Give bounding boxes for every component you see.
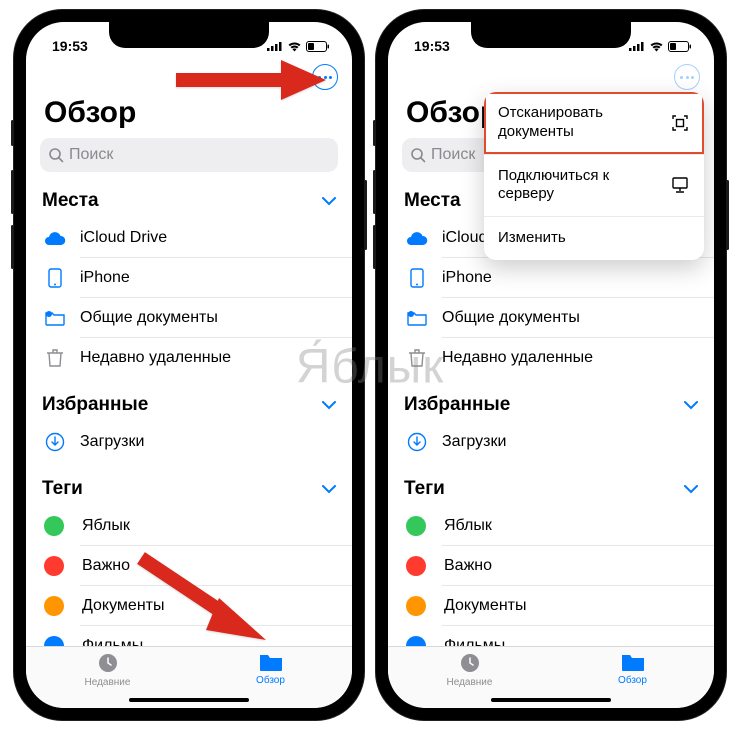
chevron-down-icon bbox=[322, 197, 336, 206]
favorite-downloads[interactable]: Загрузки bbox=[388, 422, 714, 462]
signal-icon bbox=[629, 41, 645, 51]
cloud-icon bbox=[42, 227, 68, 249]
cloud-icon bbox=[404, 227, 430, 249]
annotation-arrow-top bbox=[176, 60, 326, 104]
chevron-down-icon bbox=[322, 485, 336, 494]
wifi-icon bbox=[287, 41, 302, 52]
tag-dot bbox=[44, 596, 64, 616]
phone-icon bbox=[404, 267, 430, 289]
tag-dot bbox=[406, 596, 426, 616]
status-indicators bbox=[267, 41, 330, 52]
folder-icon bbox=[258, 651, 284, 673]
place-iphone[interactable]: iPhone bbox=[388, 258, 714, 298]
status-time: 19:53 bbox=[52, 38, 88, 54]
signal-icon bbox=[267, 41, 283, 51]
search-icon bbox=[410, 147, 426, 163]
section-tags-header[interactable]: Теги bbox=[388, 462, 714, 506]
battery-icon bbox=[306, 41, 330, 52]
section-tags-header[interactable]: Теги bbox=[26, 462, 352, 506]
place-shared[interactable]: Общие документы bbox=[388, 298, 714, 338]
clock-icon bbox=[96, 651, 120, 675]
download-icon bbox=[42, 431, 68, 453]
tag-dot bbox=[44, 556, 64, 576]
trash-icon bbox=[404, 347, 430, 369]
menu-scan-documents[interactable]: Отсканировать документы bbox=[484, 92, 704, 155]
tag-row[interactable]: Документы bbox=[388, 586, 714, 626]
status-indicators bbox=[629, 41, 692, 52]
scan-icon bbox=[670, 113, 690, 133]
phone-left: 19:53 Обзор bbox=[14, 10, 364, 720]
clock-icon bbox=[458, 651, 482, 675]
chevron-down-icon bbox=[684, 485, 698, 494]
tag-dot bbox=[44, 516, 64, 536]
tag-row[interactable]: Яблык bbox=[388, 506, 714, 546]
more-menu: Отсканировать документы Подключиться к с… bbox=[484, 92, 704, 260]
search-placeholder: Поиск bbox=[69, 146, 113, 164]
chevron-down-icon bbox=[684, 401, 698, 410]
tab-bar: Недавние Обзор bbox=[26, 646, 352, 708]
search-placeholder: Поиск bbox=[431, 146, 475, 164]
menu-connect-server[interactable]: Подключиться к серверу bbox=[484, 155, 704, 218]
tag-dot bbox=[406, 636, 426, 646]
tab-bar: Недавние Обзор bbox=[388, 646, 714, 708]
home-indicator[interactable] bbox=[129, 698, 249, 702]
search-icon bbox=[48, 147, 64, 163]
tag-row[interactable]: Яблык bbox=[26, 506, 352, 546]
menu-edit[interactable]: Изменить bbox=[484, 217, 704, 260]
home-indicator[interactable] bbox=[491, 698, 611, 702]
favorite-downloads[interactable]: Загрузки bbox=[26, 422, 352, 462]
tag-dot bbox=[406, 556, 426, 576]
section-places-header[interactable]: Места bbox=[26, 182, 352, 218]
battery-icon bbox=[668, 41, 692, 52]
wifi-icon bbox=[649, 41, 664, 52]
section-favorites-header[interactable]: Избранные bbox=[26, 378, 352, 422]
section-favorites-header[interactable]: Избранные bbox=[388, 378, 714, 422]
folder-shared-icon bbox=[404, 307, 430, 329]
server-icon bbox=[670, 176, 690, 194]
ellipsis-icon bbox=[680, 76, 694, 79]
tag-dot bbox=[44, 636, 64, 646]
folder-shared-icon bbox=[42, 307, 68, 329]
folder-icon bbox=[620, 651, 646, 673]
place-trash[interactable]: Недавно удаленные bbox=[26, 338, 352, 378]
tag-row[interactable]: Важно bbox=[388, 546, 714, 586]
more-button[interactable] bbox=[674, 64, 700, 90]
place-trash[interactable]: Недавно удаленные bbox=[388, 338, 714, 378]
tag-dot bbox=[406, 516, 426, 536]
search-input[interactable]: Поиск bbox=[40, 138, 338, 172]
phone-icon bbox=[42, 267, 68, 289]
notch bbox=[471, 22, 631, 48]
chevron-down-icon bbox=[322, 401, 336, 410]
place-icloud[interactable]: iCloud Drive bbox=[26, 218, 352, 258]
place-shared[interactable]: Общие документы bbox=[26, 298, 352, 338]
download-icon bbox=[404, 431, 430, 453]
tag-row[interactable]: Фильмы bbox=[388, 626, 714, 646]
trash-icon bbox=[42, 347, 68, 369]
phone-right: 19:53 Отсканировать документы bbox=[376, 10, 726, 720]
notch bbox=[109, 22, 269, 48]
status-time: 19:53 bbox=[414, 38, 450, 54]
place-iphone[interactable]: iPhone bbox=[26, 258, 352, 298]
annotation-arrow-bottom bbox=[131, 548, 281, 646]
